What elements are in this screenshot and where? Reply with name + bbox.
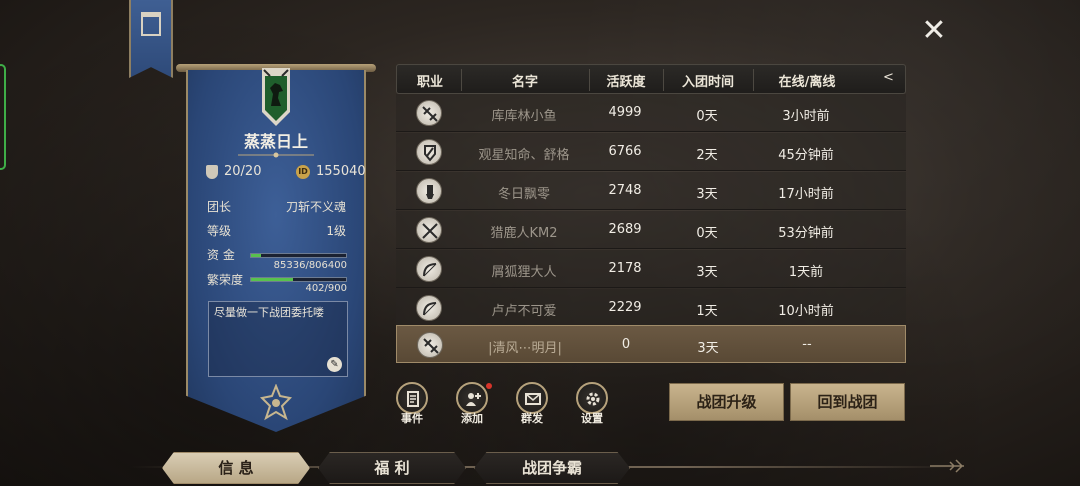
table-row[interactable]: 屑狐狸大人 2178 3天 1天前 (396, 250, 906, 288)
member-name: 猎鹿人KM2 (490, 226, 558, 241)
member-joined: 3天 (696, 265, 718, 280)
edit-notice-icon[interactable]: ✎ (327, 357, 342, 372)
guild-id-value: 155040 (316, 164, 366, 179)
member-activity: 0 (621, 337, 631, 352)
funds-bar (250, 253, 347, 258)
col-activity[interactable]: 活跃度 (589, 71, 663, 90)
add-label: 添加 (461, 412, 483, 425)
castle-emblem-icon (141, 12, 161, 36)
funds-label: 资 金 (207, 248, 235, 262)
shield-icon (416, 139, 442, 165)
member-name: 卢卢不可爱 (491, 304, 557, 319)
crossbow-icon (417, 332, 443, 358)
bow-icon (416, 256, 442, 282)
member-name: |清风⋯明月| (488, 341, 562, 356)
table-row[interactable]: 冬日飘零 2748 3天 17小时前 (396, 172, 906, 210)
tab-bar-ornament (930, 459, 964, 473)
level-value: 1级 (326, 224, 346, 238)
member-status: 1天前 (788, 265, 824, 280)
member-activity: 2229 (608, 300, 642, 315)
upgrade-guild-button[interactable]: 战团升级 (669, 383, 784, 421)
table-row-selected[interactable]: |清风⋯明月| 0 3天 -- (396, 325, 906, 363)
member-joined: 2天 (696, 148, 718, 163)
member-name: 观星知命、舒格 (478, 148, 570, 163)
id-badge-icon: ID (296, 164, 310, 179)
member-name: 库库林小鱼 (491, 109, 557, 124)
col-online-status[interactable]: 在线/离线 (753, 71, 861, 90)
member-shield-icon (206, 164, 218, 179)
col-joined[interactable]: 入团时间 (663, 71, 753, 90)
guild-id: ID 155040 (296, 164, 366, 179)
prosperity-label: 繁荣度 (207, 273, 244, 287)
events-button[interactable]: 事件 (393, 382, 431, 426)
banner-ornament-icon (259, 384, 293, 421)
return-to-guild-button[interactable]: 回到战团 (790, 383, 905, 421)
col-name[interactable]: 名字 (461, 71, 589, 90)
member-joined: 1天 (696, 304, 718, 319)
divider-ornament (238, 152, 314, 158)
member-activity: 6766 (608, 144, 642, 159)
funds-value: 85336/806400 (273, 260, 347, 271)
col-class[interactable]: 职业 (405, 71, 455, 90)
guild-notice-text: 尽量做一下战团委托喽 (214, 306, 324, 319)
add-member-button[interactable]: 添加 (453, 382, 492, 426)
member-status: 3小时前 (782, 109, 830, 124)
member-joined: 0天 (696, 226, 718, 241)
member-count: 20/20 (206, 164, 261, 179)
table-row[interactable]: 卢卢不可爱 2229 1天 10小时前 (396, 289, 906, 327)
side-panel-edge[interactable] (0, 64, 6, 170)
leader-name: 刀斩不义魂 (285, 200, 346, 214)
member-status: 17小时前 (778, 187, 834, 202)
member-joined: 3天 (697, 341, 719, 356)
collapse-button[interactable]: < (883, 70, 894, 85)
member-activity: 2178 (608, 261, 642, 276)
broadcast-button[interactable]: 群发 (513, 382, 551, 426)
close-button[interactable]: ✕ (918, 16, 950, 48)
crossed-swords-icon (416, 217, 442, 243)
member-status: 10小时前 (778, 304, 834, 319)
horse-crest-icon (262, 68, 290, 126)
guild-flag-tab[interactable] (129, 0, 173, 78)
member-name: 冬日飘零 (497, 187, 550, 202)
events-label: 事件 (401, 412, 423, 425)
leader-label: 团长 (207, 200, 232, 214)
settings-button[interactable]: 设置 (573, 382, 611, 426)
prosperity-value: 402/900 (305, 283, 347, 294)
member-activity: 2748 (608, 183, 642, 198)
member-count-value: 20/20 (224, 164, 262, 179)
member-status: 53分钟前 (778, 226, 834, 241)
table-row[interactable]: 库库林小鱼 4999 0天 3小时前 (396, 94, 906, 132)
member-status: 45分钟前 (778, 148, 834, 163)
member-name: 屑狐狸大人 (491, 265, 557, 280)
notification-dot (486, 383, 492, 389)
prosperity-bar-fill (251, 278, 294, 281)
table-row[interactable]: 猎鹿人KM2 2689 0天 53分钟前 (396, 211, 906, 249)
guild-name: 蒸蒸日上 (243, 132, 308, 151)
funds-bar-fill (251, 254, 262, 257)
member-activity: 4999 (608, 105, 642, 120)
crossbow-icon (416, 100, 442, 126)
tab-guild-battle[interactable]: 战团争霸 (474, 452, 630, 484)
bow-icon (416, 295, 442, 321)
member-joined: 0天 (696, 109, 718, 124)
broadcast-label: 群发 (521, 412, 543, 425)
table-row[interactable]: 观星知命、舒格 6766 2天 45分钟前 (396, 133, 906, 171)
settings-label: 设置 (581, 412, 603, 425)
level-label: 等级 (207, 224, 232, 238)
tab-info[interactable]: 信 息 (162, 452, 310, 484)
gauntlet-icon (416, 178, 442, 204)
member-status: -- (802, 337, 812, 352)
table-header: 职业 名字 活跃度 入团时间 在线/离线 < (396, 64, 906, 94)
member-joined: 3天 (696, 187, 718, 202)
prosperity-bar (250, 277, 347, 282)
member-activity: 2689 (608, 222, 642, 237)
tab-benefits[interactable]: 福 利 (318, 452, 466, 484)
